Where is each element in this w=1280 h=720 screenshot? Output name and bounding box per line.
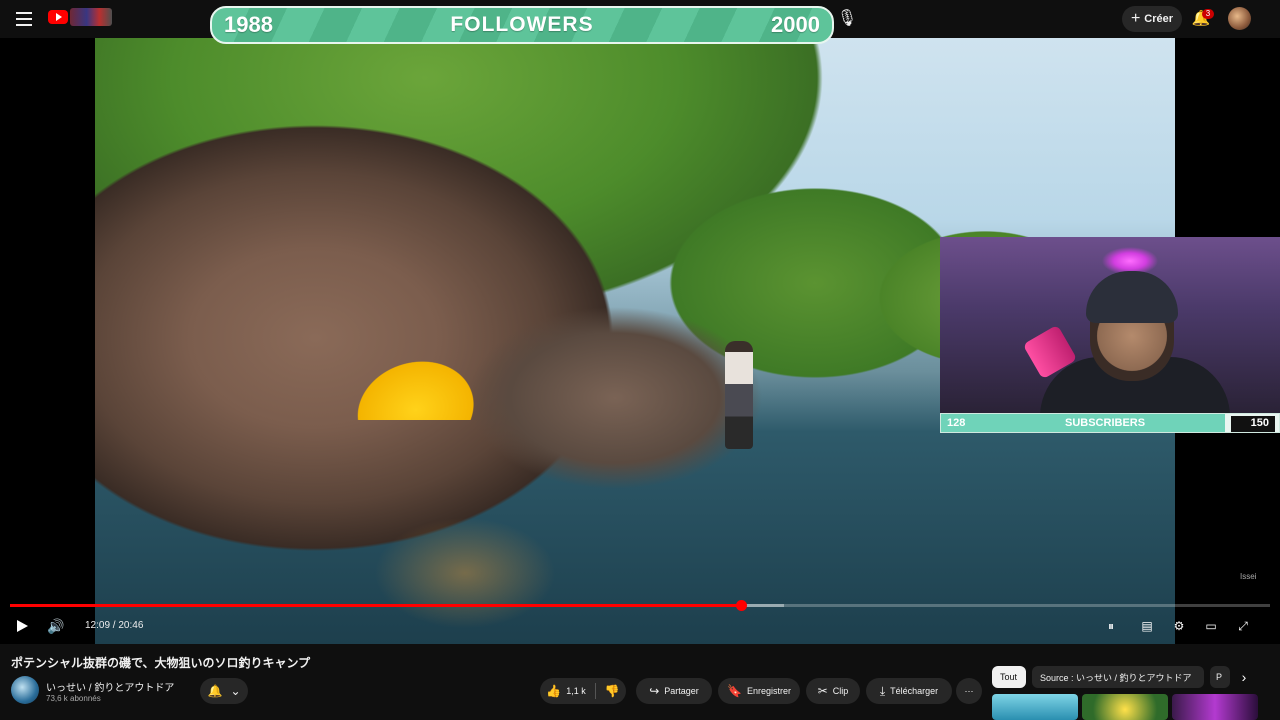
time-display: 12:09 / 20:46: [85, 620, 144, 631]
subscribers-goal-overlay: 128 SUBSCRIBERS 150: [940, 413, 1280, 433]
recommended-thumbnail[interactable]: [992, 694, 1078, 720]
download-button[interactable]: ⤓ Télécharger: [866, 678, 952, 704]
more-actions-button[interactable]: ⋯: [956, 678, 982, 704]
avatar[interactable]: [1228, 7, 1251, 30]
share-button[interactable]: ↪ Partager: [636, 678, 712, 704]
plus-icon: +: [1130, 10, 1141, 27]
channel-name[interactable]: いっせい / 釣りとアウトドア: [46, 679, 174, 694]
bookmark-icon: 🔖: [727, 684, 742, 698]
like-icon[interactable]: 👍: [546, 684, 561, 698]
subscribers-start: 128: [947, 417, 966, 429]
recommended-thumbnail[interactable]: [1172, 694, 1258, 720]
progress-bar[interactable]: [10, 600, 1270, 611]
bell-icon: 🔔: [207, 684, 223, 698]
like-dislike-group: 👍 1,1 k 👎: [540, 678, 626, 704]
chip-all[interactable]: Tout: [992, 666, 1026, 688]
chip-partial[interactable]: P: [1210, 666, 1230, 688]
channel-avatar[interactable]: [11, 676, 39, 704]
fullscreen-icon[interactable]: ⤢: [1232, 616, 1254, 636]
subscribers-label: SUBSCRIBERS: [1065, 417, 1146, 429]
youtube-logo[interactable]: [48, 10, 68, 24]
followers-goal-overlay: 1988 FOLLOWERS 2000: [210, 6, 834, 44]
tent: [319, 310, 525, 420]
dislike-icon[interactable]: 👎: [605, 684, 620, 698]
clip-button[interactable]: ✂ Clip: [806, 678, 860, 704]
save-button[interactable]: 🔖 Enregistrer: [718, 678, 800, 704]
like-count[interactable]: 1,1 k: [566, 686, 586, 696]
play-button[interactable]: [12, 616, 32, 636]
video-title: ポテンシャル抜群の磯で、大物狙いのソロ釣りキャンプ: [11, 656, 311, 670]
subscriber-count: 73,6 k abonnés: [46, 694, 101, 703]
streamer-webcam: [940, 237, 1280, 413]
share-icon: ↪: [649, 684, 660, 698]
chevron-right-icon[interactable]: ›: [1236, 668, 1252, 686]
volume-icon[interactable]: 🔊: [46, 616, 66, 636]
followers-start: 1988: [224, 12, 273, 37]
chevron-down-icon: ⌄: [230, 684, 241, 698]
video-watermark: Issei: [1240, 572, 1257, 581]
download-icon: ⤓: [879, 683, 886, 698]
followers-goal: 2000: [771, 12, 820, 37]
more-icon: ⋯: [964, 685, 974, 696]
channel-brand-art: [70, 8, 112, 26]
followers-label: FOLLOWERS: [450, 13, 594, 36]
scrubber-handle[interactable]: [736, 600, 747, 611]
chip-source[interactable]: Source : いっせい / 釣りとアウトドア: [1032, 666, 1204, 688]
subscribers-goal: 150: [1231, 416, 1275, 432]
subtitles-icon[interactable]: ▤: [1136, 616, 1158, 636]
create-button[interactable]: + Créer: [1122, 6, 1182, 32]
recommended-thumbnail[interactable]: [1082, 694, 1168, 720]
subscription-bell-button[interactable]: 🔔 ⌄: [200, 678, 248, 704]
progress-played: [10, 604, 741, 607]
autoplay-toggle[interactable]: ⏸: [1100, 616, 1122, 636]
theater-mode-icon[interactable]: ▭: [1200, 616, 1222, 636]
menu-icon[interactable]: [12, 8, 36, 30]
fisherman: [725, 341, 753, 449]
mic-icon[interactable]: 🎙: [836, 7, 858, 31]
settings-gear-icon[interactable]: ⚙: [1168, 616, 1190, 636]
notification-badge: 3: [1202, 9, 1214, 19]
scissors-icon: ✂: [817, 684, 828, 698]
